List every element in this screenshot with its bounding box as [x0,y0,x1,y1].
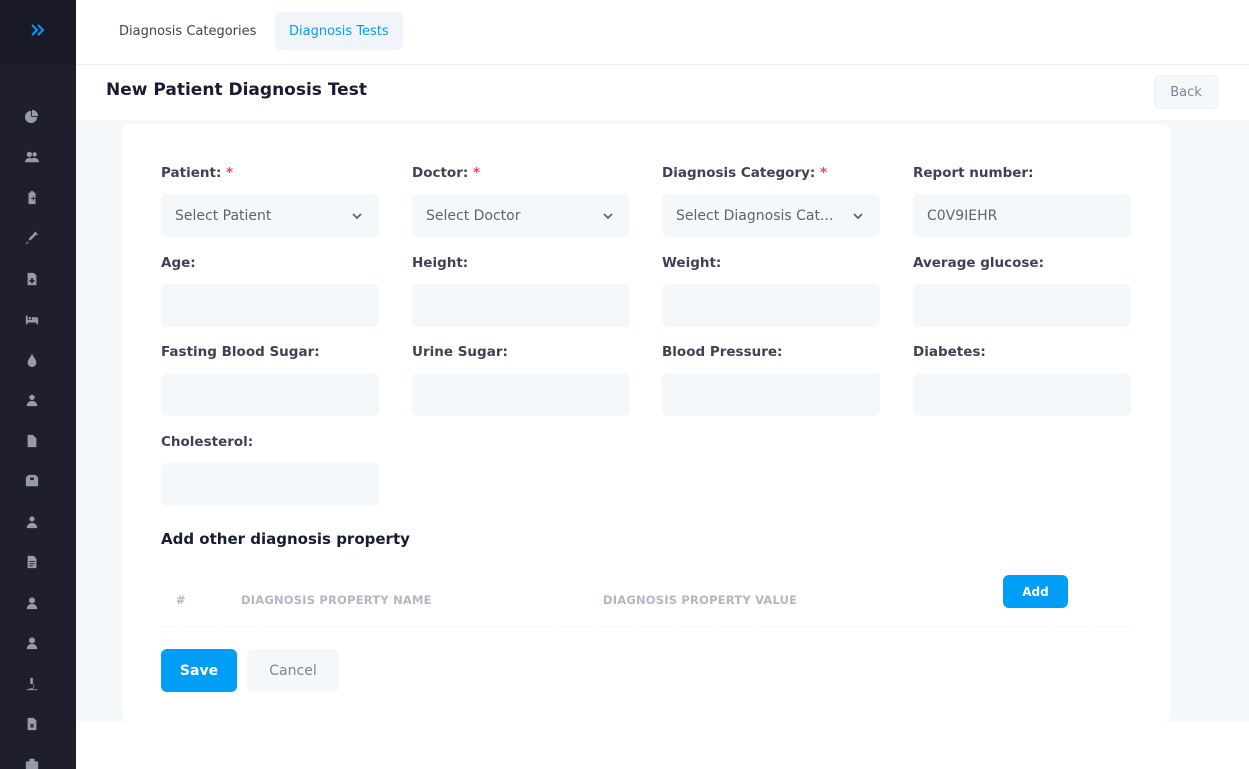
average-glucose-input[interactable] [913,284,1131,327]
user-doctor-icon[interactable] [24,514,40,530]
box-icon[interactable] [24,473,40,489]
chevron-down-icon [351,210,363,222]
table-header-property-name: DIAGNOSIS PROPERTY NAME [241,593,432,607]
footer-strip [76,721,1249,769]
user-badge-icon[interactable] [24,595,40,611]
height-label: Height: [412,255,469,271]
file-medical-icon[interactable] [24,271,40,287]
user-nurse-icon[interactable] [24,392,40,408]
sidebar [0,0,76,769]
add-property-button[interactable]: Add [1003,575,1068,608]
report-number-label: Report number: [913,165,1034,181]
table-header-index: # [176,593,186,607]
tab-diagnosis-tests[interactable]: Diagnosis Tests [275,12,403,50]
chart-pie-icon[interactable] [24,108,40,124]
briefcase-icon[interactable] [24,756,40,769]
diagnosis-category-label: Diagnosis Category: * [662,165,828,181]
doctor-select-value: Select Doctor [426,207,521,224]
page-title: New Patient Diagnosis Test [106,80,367,100]
report-number-input[interactable]: C0V9IEHR [913,194,1131,237]
page-header: New Patient Diagnosis Test Back [76,65,1249,120]
weight-input[interactable] [662,284,880,327]
fasting-blood-sugar-input[interactable] [161,373,379,416]
blood-pressure-label: Blood Pressure: [662,344,783,360]
table-divider [161,626,1131,627]
bed-icon[interactable] [24,311,40,327]
doctor-select[interactable]: Select Doctor [412,194,630,237]
age-label: Age: [161,255,196,271]
urine-sugar-input[interactable] [412,373,630,416]
chevron-down-icon [852,210,864,222]
required-marker: * [226,165,234,181]
file-lines-icon[interactable] [24,554,40,570]
cholesterol-label: Cholesterol: [161,434,254,450]
doctor-label: Doctor: * [412,165,481,181]
diabetes-input[interactable] [913,373,1131,416]
urine-sugar-label: Urine Sugar: [412,344,508,360]
top-tab-bar: Diagnosis Categories Diagnosis Tests [76,0,1249,65]
weight-label: Weight: [662,255,722,271]
table-header-property-value: DIAGNOSIS PROPERTY VALUE [603,593,798,607]
chevron-down-icon [602,210,614,222]
required-marker: * [820,165,828,181]
diabetes-label: Diabetes: [913,344,986,360]
cholesterol-input[interactable] [161,463,379,506]
save-button[interactable]: Save [161,649,237,692]
patient-label: Patient: * [161,165,234,181]
file-invoice-icon[interactable] [24,716,40,732]
age-input[interactable] [161,284,379,327]
blood-drop-icon[interactable] [24,352,40,368]
required-marker: * [472,165,481,181]
syringe-icon[interactable] [24,230,40,246]
tab-diagnosis-categories[interactable]: Diagnosis Categories [105,12,270,50]
patient-select[interactable]: Select Patient [161,194,379,237]
clipboard-icon[interactable] [24,190,40,206]
cancel-button[interactable]: Cancel [247,649,339,692]
diagnosis-property-section-title: Add other diagnosis property [161,530,410,548]
average-glucose-label: Average glucose: [913,255,1044,271]
user-icon[interactable] [24,635,40,651]
fasting-blood-sugar-label: Fasting Blood Sugar: [161,344,320,360]
double-chevron-right-icon[interactable] [29,22,47,42]
back-button[interactable]: Back [1154,75,1218,109]
users-icon[interactable] [24,149,40,165]
microscope-icon[interactable] [24,676,40,692]
sidebar-toggle[interactable] [0,0,76,64]
diagnosis-category-select[interactable]: Select Diagnosis Cat... [662,194,880,237]
file-icon[interactable] [24,433,40,449]
blood-pressure-input[interactable] [662,373,880,416]
height-input[interactable] [412,284,630,327]
patient-select-value: Select Patient [175,207,272,224]
diagnosis-category-select-value: Select Diagnosis Cat... [676,207,834,224]
